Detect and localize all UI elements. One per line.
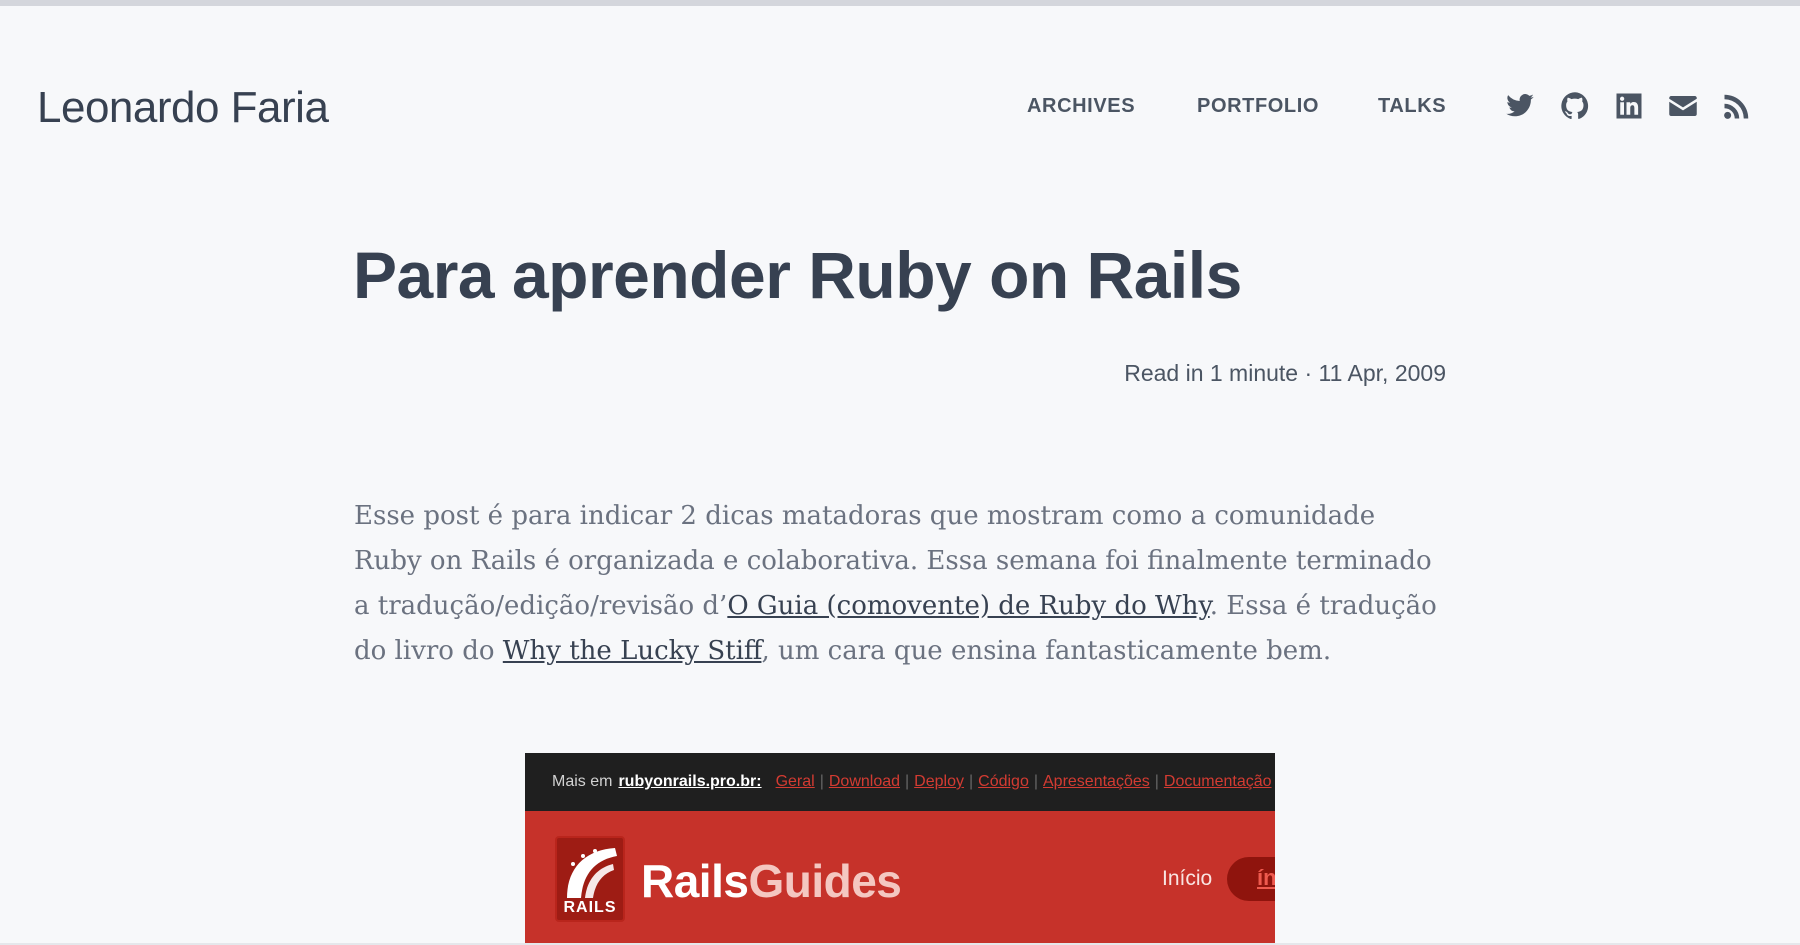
email-icon[interactable] <box>1666 89 1700 123</box>
rails-logo-mark <box>567 848 617 898</box>
post-paragraph: Esse post é para indicar 2 dicas matador… <box>354 494 1444 674</box>
topbar-link-deploy: Deploy <box>914 773 964 790</box>
nav-talks[interactable]: TALKS <box>1378 90 1446 122</box>
site-title[interactable]: Leonardo Faria <box>37 78 329 138</box>
paragraph-text-3: , um cara que ensina fantasticamente bem… <box>761 636 1332 666</box>
railsguides-title-guides: Guides <box>748 855 902 907</box>
topbar-link-codigo: Código <box>978 773 1029 790</box>
linkedin-icon[interactable] <box>1612 89 1646 123</box>
nav-archives-link[interactable]: ARCHIVES <box>1027 95 1135 118</box>
topbar-link-download: Download <box>828 773 901 790</box>
railsguides-title-rails: Rails <box>641 855 749 907</box>
nav-portfolio-link[interactable]: PORTFOLIO <box>1197 95 1319 118</box>
nav-talks-link[interactable]: TALKS <box>1378 95 1446 118</box>
top-border <box>0 0 1800 6</box>
topbar-link-apresentacoes: Apresentações <box>1043 773 1150 790</box>
railsguides-title: RailsGuides <box>641 853 902 909</box>
nav-archives[interactable]: ARCHIVES <box>1027 90 1135 122</box>
github-icon[interactable] <box>1558 89 1592 123</box>
screenshot-topbar: Mais em rubyonrails.pro.br: Geral | Downl… <box>525 753 1275 811</box>
nav-portfolio[interactable]: PORTFOLIO <box>1197 90 1319 122</box>
screenshot-inicio: Início <box>1162 867 1213 890</box>
link-why-lucky-stiff[interactable]: Why the Lucky Stiff <box>503 636 762 666</box>
rails-logo-word: RAILS <box>563 899 617 916</box>
rss-icon[interactable] <box>1720 89 1754 123</box>
rails-logo: RAILS <box>555 836 625 922</box>
topbar-link-documentacao: Documentação <box>1163 773 1272 790</box>
railsguides-screenshot: Mais em rubyonrails.pro.br: Geral | Downl… <box>525 753 1275 943</box>
post-title: Para aprender Ruby on Rails <box>353 238 1242 312</box>
twitter-icon[interactable] <box>1503 89 1537 123</box>
screenshot-pill: ín <box>1227 857 1275 901</box>
topbar-site: rubyonrails.pro.br: <box>618 773 762 790</box>
link-guia-ruby-why[interactable]: O Guia (comovente) de Ruby do Why <box>727 591 1209 621</box>
post-meta: Read in 1 minute · 11 Apr, 2009 <box>1124 360 1446 386</box>
topbar-lead: Mais em <box>552 773 613 790</box>
topbar-link-geral: Geral <box>775 773 815 790</box>
